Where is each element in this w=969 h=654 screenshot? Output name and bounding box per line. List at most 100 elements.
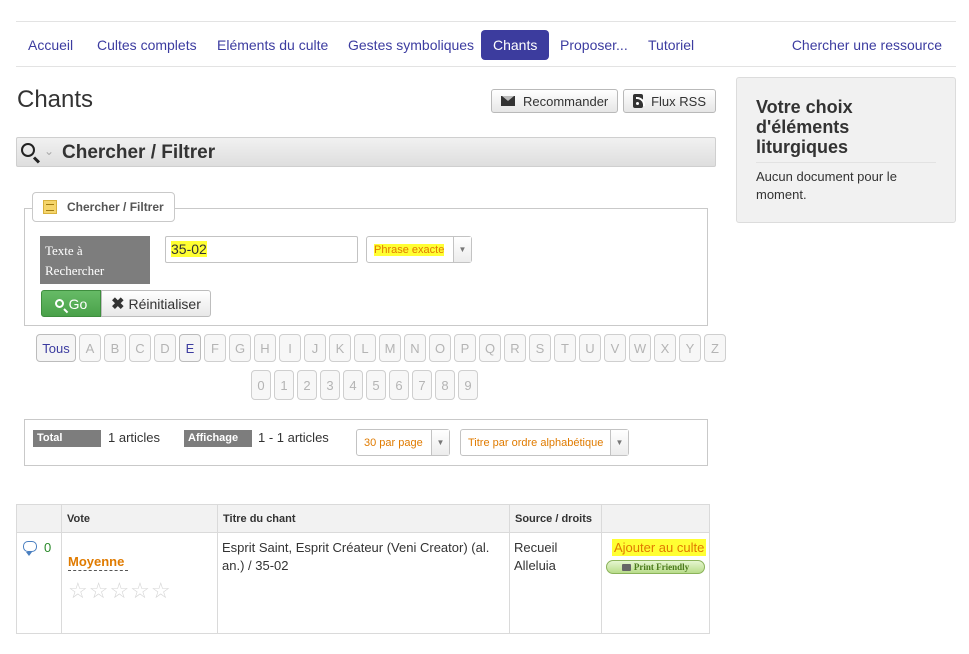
alpha-filter-q[interactable]: Q bbox=[479, 334, 501, 362]
digit-filter-7[interactable]: 7 bbox=[412, 370, 432, 400]
digit-filter-2[interactable]: 2 bbox=[297, 370, 317, 400]
alpha-filter-p[interactable]: P bbox=[454, 334, 476, 362]
recommend-label: Recommander bbox=[523, 93, 609, 109]
nav-search-resource[interactable]: Chercher une ressource bbox=[792, 30, 942, 60]
alpha-filter-b[interactable]: B bbox=[104, 334, 126, 362]
reset-button[interactable]: ✖ Réinitialiser bbox=[101, 290, 211, 317]
rating-label: Moyenne bbox=[68, 554, 128, 571]
rss-label: Flux RSS bbox=[651, 93, 706, 109]
sort-value: Titre par ordre alphabétique bbox=[468, 436, 604, 449]
recommend-button[interactable]: Recommander bbox=[491, 89, 619, 113]
total-tag: Total bbox=[33, 430, 101, 447]
rss-button[interactable]: Flux RSS bbox=[623, 89, 716, 113]
digit-filter-0[interactable]: 0 bbox=[251, 370, 271, 400]
alpha-filter-g[interactable]: G bbox=[229, 334, 251, 362]
digit-filter-9[interactable]: 9 bbox=[458, 370, 478, 400]
alpha-filter-e[interactable]: E bbox=[179, 334, 201, 362]
alpha-filter-k[interactable]: K bbox=[329, 334, 351, 362]
alpha-filter-r[interactable]: R bbox=[504, 334, 526, 362]
display-tag: Affichage bbox=[184, 430, 252, 447]
alpha-filter-o[interactable]: O bbox=[429, 334, 451, 362]
col-source: Source / droits bbox=[509, 505, 601, 533]
total-value: 1 articles bbox=[108, 430, 161, 445]
results-table: Vote Titre du chant Source / droits 0 Mo… bbox=[16, 504, 710, 634]
main-nav: Accueil Cultes complets Eléments du cult… bbox=[16, 21, 956, 67]
digit-filter-5[interactable]: 5 bbox=[366, 370, 386, 400]
alpha-filter-y[interactable]: Y bbox=[679, 334, 701, 362]
search-input-value: 35-02 bbox=[171, 241, 207, 257]
go-label: Go bbox=[68, 295, 88, 312]
filter-toggle-bar[interactable]: ⌄ Chercher / Filtrer bbox=[16, 137, 716, 167]
alpha-filter-f[interactable]: F bbox=[204, 334, 226, 362]
nav-item-accueil[interactable]: Accueil bbox=[16, 30, 85, 60]
nav-item-cultes-complets[interactable]: Cultes complets bbox=[85, 30, 209, 60]
alpha-filter-a[interactable]: A bbox=[79, 334, 101, 362]
close-icon: ✖ bbox=[111, 295, 125, 313]
digit-filter-6[interactable]: 6 bbox=[389, 370, 409, 400]
nav-item-chants[interactable]: Chants bbox=[481, 30, 550, 60]
printer-icon bbox=[621, 563, 631, 571]
filter-legend-label: Chercher / Filtrer bbox=[67, 200, 164, 214]
alpha-filter-l[interactable]: L bbox=[354, 334, 376, 362]
nav-item-proposer[interactable]: Proposer... bbox=[548, 30, 640, 60]
digit-filter-1[interactable]: 1 bbox=[274, 370, 294, 400]
sort-select[interactable]: Titre par ordre alphabétique ▼ bbox=[460, 429, 629, 456]
song-title[interactable]: Esprit Saint, Esprit Créateur (Veni Crea… bbox=[222, 539, 502, 575]
print-friendly-label: Print Friendly bbox=[633, 562, 690, 572]
add-to-service-link[interactable]: Ajouter au culte bbox=[612, 539, 707, 556]
alpha-filter-w[interactable]: W bbox=[629, 334, 651, 362]
col-actions bbox=[601, 505, 711, 533]
filter-bar-title: Chercher / Filtrer bbox=[62, 142, 216, 163]
search-input[interactable]: 35-02 bbox=[165, 236, 358, 263]
comment-icon[interactable] bbox=[23, 541, 37, 556]
sidebar-empty-text: Aucun document pour le moment. bbox=[756, 169, 897, 202]
dropdown-arrow-icon: ▼ bbox=[610, 430, 628, 455]
mail-icon bbox=[501, 96, 515, 106]
alpha-filter-j[interactable]: J bbox=[304, 334, 326, 362]
page-title: Chants bbox=[17, 86, 94, 113]
per-page-select[interactable]: 30 par page ▼ bbox=[356, 429, 450, 456]
alpha-filter-m[interactable]: M bbox=[379, 334, 401, 362]
comment-count[interactable]: 0 bbox=[44, 540, 51, 555]
alpha-filter-u[interactable]: U bbox=[579, 334, 601, 362]
star-rating[interactable]: ☆☆☆☆☆ bbox=[68, 578, 172, 604]
alpha-filter-i[interactable]: I bbox=[279, 334, 301, 362]
display-value: 1 - 1 articles bbox=[258, 430, 329, 445]
chevron-down-icon: ⌄ bbox=[44, 144, 55, 158]
rss-icon bbox=[633, 94, 646, 108]
song-source: Recueil Alleluia bbox=[514, 540, 558, 573]
reset-label: Réinitialiser bbox=[128, 295, 201, 312]
dropdown-arrow-icon: ▼ bbox=[431, 430, 449, 455]
alpha-filter-c[interactable]: C bbox=[129, 334, 151, 362]
col-title: Titre du chant bbox=[217, 505, 509, 533]
alpha-filter-n[interactable]: N bbox=[404, 334, 426, 362]
alpha-filter-x[interactable]: X bbox=[654, 334, 676, 362]
alpha-filter-v[interactable]: V bbox=[604, 334, 626, 362]
nav-item-elements-du-culte[interactable]: Eléments du culte bbox=[205, 30, 340, 60]
search-icon bbox=[54, 299, 64, 308]
digit-filter-4[interactable]: 4 bbox=[343, 370, 363, 400]
search-mode-select[interactable]: Phrase exacte ▼ bbox=[366, 236, 472, 263]
nav-item-tutoriel[interactable]: Tutoriel bbox=[636, 30, 706, 60]
search-text-label: Texte à Rechercher bbox=[40, 236, 150, 284]
alpha-filter-z[interactable]: Z bbox=[704, 334, 726, 362]
table-header: Vote Titre du chant Source / droits bbox=[17, 505, 709, 533]
digit-filter-3[interactable]: 3 bbox=[320, 370, 340, 400]
alpha-filter-h[interactable]: H bbox=[254, 334, 276, 362]
dropdown-arrow-icon: ▼ bbox=[453, 237, 471, 262]
nav-item-gestes-symboliques[interactable]: Gestes symboliques bbox=[336, 30, 486, 60]
search-icon bbox=[21, 143, 35, 157]
go-button[interactable]: Go bbox=[41, 290, 101, 317]
col-vote: Vote bbox=[61, 505, 217, 533]
print-friendly-button[interactable]: Print Friendly bbox=[606, 560, 705, 574]
filter-legend: Chercher / Filtrer bbox=[32, 192, 175, 222]
alpha-filter-s[interactable]: S bbox=[529, 334, 551, 362]
alpha-filter-t[interactable]: T bbox=[554, 334, 576, 362]
note-icon bbox=[43, 200, 57, 214]
liturgical-selection-panel: Votre choix d'éléments liturgiques Aucun… bbox=[736, 77, 956, 223]
alpha-filter-tous[interactable]: Tous bbox=[36, 334, 76, 362]
alpha-filter-d[interactable]: D bbox=[154, 334, 176, 362]
search-mode-value: Phrase exacte bbox=[374, 243, 445, 256]
per-page-value: 30 par page bbox=[364, 436, 423, 449]
digit-filter-8[interactable]: 8 bbox=[435, 370, 455, 400]
